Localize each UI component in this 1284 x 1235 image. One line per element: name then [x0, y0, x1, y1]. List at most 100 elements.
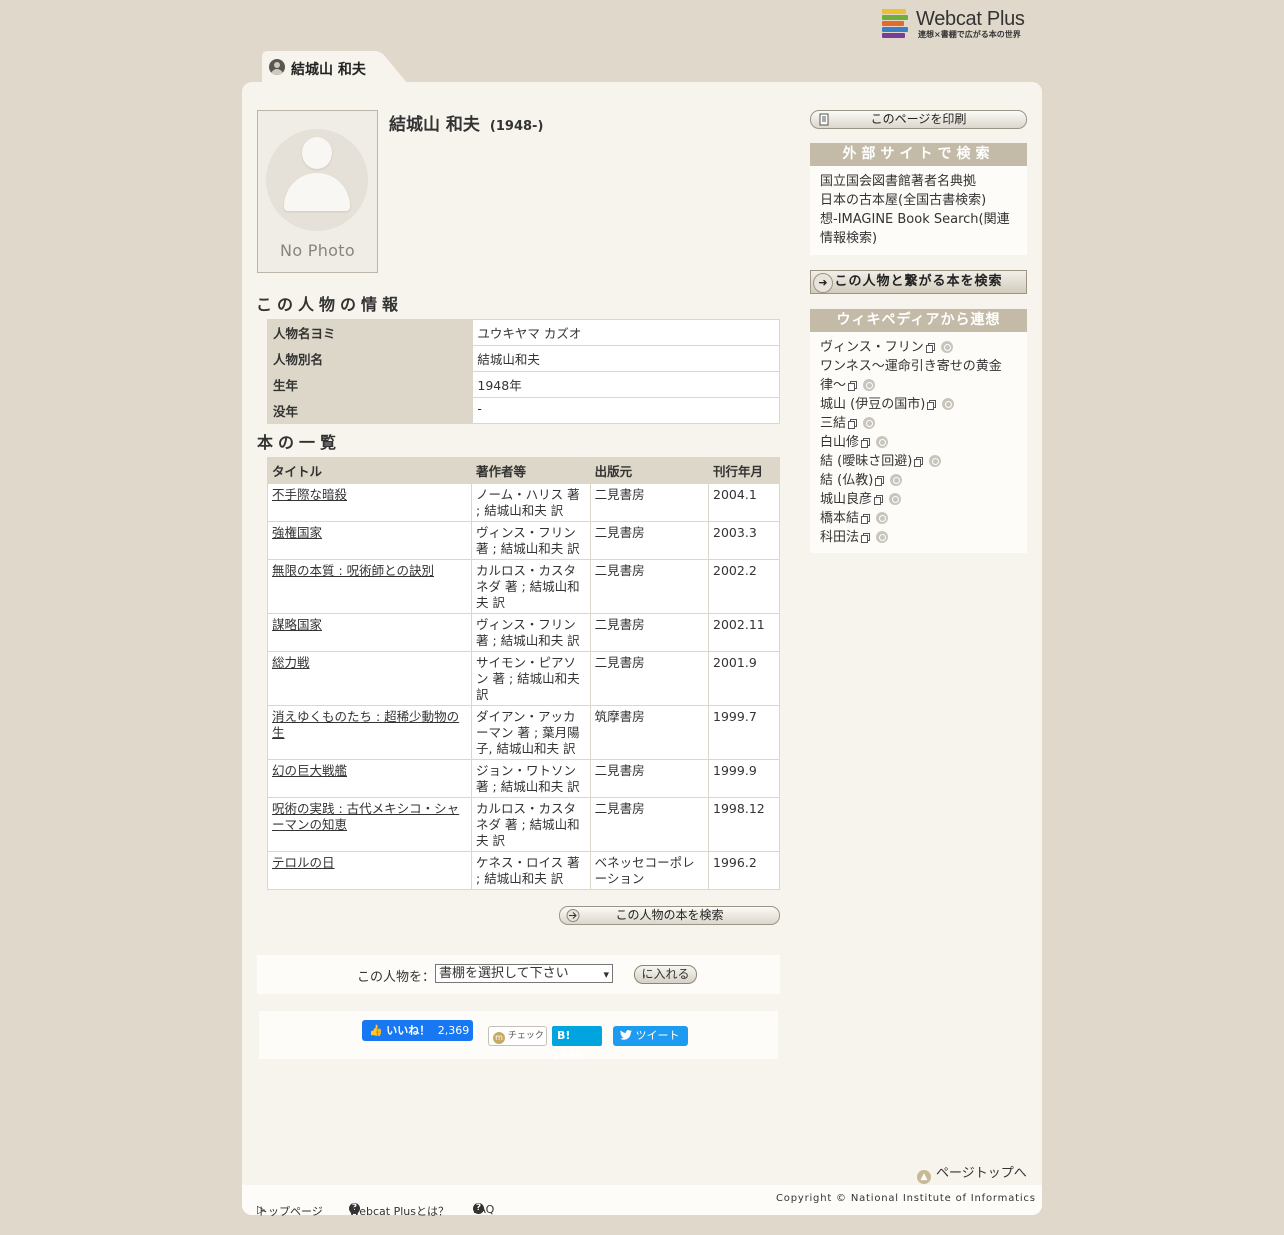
book-date: 1998.12 — [708, 797, 780, 852]
external-window-icon[interactable] — [925, 343, 935, 353]
book-title-link[interactable]: 幻の巨大戦艦 — [272, 763, 347, 778]
association-search-icon[interactable] — [876, 512, 889, 524]
book-title-link[interactable]: 呪術の実践 : 古代メキシコ・シャーマンの知恵 — [272, 801, 459, 832]
books-heading: 本の一覧 — [257, 433, 342, 452]
twitter-bird-icon — [620, 1030, 632, 1040]
association-search-icon[interactable] — [890, 474, 903, 486]
wiki-link[interactable]: 白山修 — [820, 435, 859, 450]
external-link[interactable]: 想-IMAGINE Book Search(関連情報検索) — [820, 210, 1017, 248]
books-table: タイトル 著作者等 出版元 刊行年月 不手際な暗殺 ノーム・ハリス 著 ; 結城山… — [266, 457, 780, 890]
book-title-link[interactable]: 総力戦 — [272, 655, 310, 670]
book-title-cell: 幻の巨大戦艦 — [266, 759, 473, 798]
wiki-link[interactable]: 科田法 — [820, 530, 859, 545]
external-link[interactable]: 日本の古本屋(全国古書検索) — [820, 191, 1017, 210]
book-title-link[interactable]: 不手際な暗殺 — [272, 487, 347, 502]
book-date: 1999.7 — [708, 705, 780, 760]
tweet-button[interactable]: ツイート — [613, 1026, 688, 1046]
external-window-icon[interactable] — [861, 438, 871, 448]
book-title-link[interactable]: 消えゆくものたち : 超稀少動物の生 — [272, 709, 459, 740]
table-row: 消えゆくものたち : 超稀少動物の生 ダイアン・アッカーマン 著 ; 葉月陽子, … — [266, 705, 780, 760]
external-link[interactable]: 国立国会図書館著者名典拠 — [820, 172, 1017, 191]
book-title-link[interactable]: 謀略国家 — [272, 617, 322, 632]
wiki-link[interactable]: 三結 — [820, 416, 846, 431]
external-window-icon[interactable] — [861, 533, 871, 543]
book-publisher: 二見書房 — [589, 613, 710, 652]
wiki-link[interactable]: 結 (仏教) — [820, 473, 873, 488]
shelf-select[interactable]: 書棚を選択して下さい ▾ — [435, 964, 613, 983]
association-search-icon[interactable] — [863, 417, 876, 429]
external-window-icon[interactable] — [927, 400, 937, 410]
person-heading: 結城山 和夫 (1948-) — [389, 110, 543, 135]
book-title-link[interactable]: 無限の本質 : 呪術師との訣別 — [272, 563, 434, 578]
facebook-like-count: 2,369 — [437, 1024, 470, 1037]
book-title-link[interactable]: 強権国家 — [272, 525, 322, 540]
info-key: 人物別名 — [266, 345, 474, 372]
related-books-search-button[interactable]: ➜ この人物と繋がる本を検索 — [810, 270, 1027, 294]
book-date: 2002.11 — [708, 613, 780, 652]
facebook-like-button[interactable]: 👍 いいね！ 2,369 — [362, 1020, 473, 1041]
add-to-shelf-button[interactable]: に入れる — [634, 965, 697, 984]
external-window-icon[interactable] — [875, 476, 885, 486]
wiki-link[interactable]: 結 (曖昧さ回避) — [820, 454, 912, 469]
association-search-icon[interactable] — [863, 379, 876, 391]
book-date: 2003.3 — [708, 521, 780, 560]
hatena-bookmark-button[interactable]: B! 1530 — [552, 1026, 602, 1062]
logo-tagline: 連想×書棚で広がる本の世界 — [918, 30, 1021, 39]
wiki-link[interactable]: ヴィンス・フリン — [820, 340, 924, 355]
wikipedia-links: ヴィンス・フリンワンネス〜運命引き寄せの黄金律〜城山 (伊豆の国市) 三結白山修結… — [810, 332, 1027, 554]
book-title-cell: 強権国家 — [266, 521, 473, 560]
search-person-books-button[interactable]: この人物の本を検索 — [559, 906, 780, 925]
association-search-icon[interactable] — [940, 341, 953, 353]
no-photo-label: No Photo — [280, 241, 355, 260]
facebook-like-label: いいね！ — [386, 1024, 431, 1037]
tab-person-name: 結城山 和夫 — [291, 62, 366, 78]
footer-top-label: トップページ — [257, 1205, 323, 1218]
logo-books-icon — [882, 9, 908, 39]
books-header-row: タイトル 著作者等 出版元 刊行年月 — [266, 457, 780, 484]
association-search-icon[interactable] — [929, 455, 942, 467]
wiki-link[interactable]: 城山良彦 — [820, 492, 872, 507]
book-author: ヴィンス・フリン 著 ; 結城山和夫 訳 — [471, 613, 591, 652]
association-search-icon[interactable] — [942, 398, 955, 410]
book-title-cell: 総力戦 — [266, 651, 473, 706]
book-title-link[interactable]: テロルの日 — [272, 855, 335, 870]
external-window-icon[interactable] — [848, 419, 858, 429]
no-photo-avatar-icon — [266, 129, 368, 231]
external-window-icon[interactable] — [861, 514, 871, 524]
wikipedia-association-box: ウィキペディアから連想 ヴィンス・フリン ワンネス〜運命引き寄せの黄金律〜 城山 (… — [810, 309, 1027, 553]
list-item: 結 (曖昧さ回避) — [820, 452, 1017, 471]
webcat-plus-logo[interactable]: Webcat Plus 連想×書棚で広がる本の世界 — [882, 8, 1040, 42]
mixi-check-button[interactable]: m チェック — [488, 1026, 547, 1046]
book-date: 1999.9 — [708, 759, 780, 798]
info-key: 没年 — [266, 397, 474, 424]
social-share-bar: 👍 いいね！ 2,369 m チェック B! 1530 ツイート — [259, 1011, 778, 1062]
book-date: 2001.9 — [708, 651, 780, 706]
shelf-label: この人物を： — [357, 970, 436, 985]
external-window-icon[interactable] — [914, 457, 924, 467]
person-icon — [269, 59, 285, 75]
print-page-label: このページを印刷 — [870, 112, 967, 126]
book-publisher: 筑摩書房 — [589, 705, 710, 760]
wiki-link[interactable]: 橋本結 — [820, 511, 859, 526]
association-search-icon[interactable] — [876, 436, 889, 448]
association-search-icon[interactable] — [889, 493, 902, 505]
wiki-link[interactable]: 城山 (伊豆の国市) — [820, 397, 925, 412]
book-author: サイモン・ピアソン 著 ; 結城山和夫 訳 — [471, 651, 591, 706]
association-search-icon[interactable] — [876, 531, 889, 543]
column-header-publisher: 出版元 — [589, 457, 710, 484]
book-author: ケネス・ロイス 著 ; 結城山和夫 訳 — [471, 851, 591, 890]
external-window-icon[interactable] — [848, 381, 858, 391]
column-header-author: 著作者等 — [471, 457, 591, 484]
copyright: Copyright © National Institute of Inform… — [776, 1193, 1036, 1204]
print-page-button[interactable]: このページを印刷 — [810, 110, 1027, 129]
hatena-bookmark-count: 1530 — [552, 1049, 583, 1062]
info-row: 人物別名 結城山和夫 — [266, 345, 780, 372]
page-top-link[interactable]: ▲ ページトップへ — [917, 1162, 1027, 1184]
external-window-icon[interactable] — [874, 495, 884, 505]
list-item: ワンネス〜運命引き寄せの黄金律〜 — [820, 357, 1017, 395]
book-title-cell: 無限の本質 : 呪術師との訣別 — [266, 559, 473, 614]
table-row: 謀略国家 ヴィンス・フリン 著 ; 結城山和夫 訳二見書房 2002.11 — [266, 613, 780, 652]
arrow-up-icon: ▲ — [917, 1170, 931, 1184]
page-top-label: ページトップへ — [936, 1166, 1027, 1181]
book-date: 2002.2 — [708, 559, 780, 614]
